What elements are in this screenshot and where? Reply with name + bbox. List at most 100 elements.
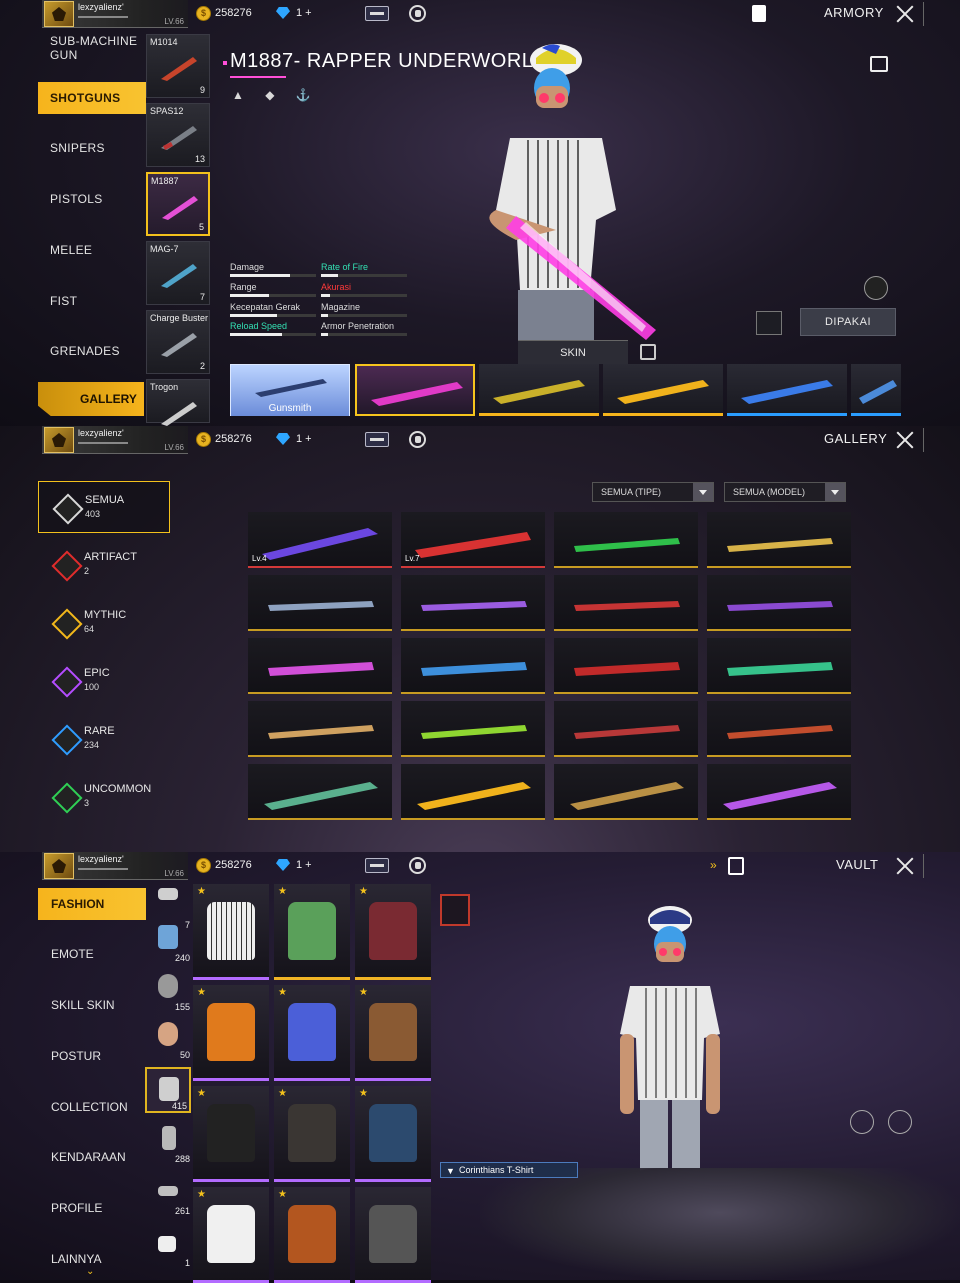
clothing-item[interactable]: ★ [274,1086,350,1182]
clothing-item[interactable]: ★ [274,1187,350,1283]
weapon-swap-icon[interactable] [864,276,888,300]
gallery-item[interactable]: Lv.7 [401,512,545,568]
skin-tile[interactable] [479,364,599,416]
slot-accessory[interactable]: 1 [146,1222,192,1268]
rarity-filter-rare[interactable]: RARE 234 [38,713,170,765]
rarity-filter-artifact[interactable]: ARTIFACT 2 [38,539,170,591]
category-melee[interactable]: MELEE [38,234,146,266]
pose-icon[interactable] [888,1110,912,1134]
bag-icon[interactable] [752,5,766,22]
slot-top[interactable]: 415 [145,1067,191,1113]
share-icon[interactable] [870,56,888,72]
store-icon[interactable] [409,857,426,874]
vault-category-profile[interactable]: PROFILE [38,1192,146,1224]
vault-category-postur[interactable]: POSTUR [38,1040,146,1072]
chevron-right-icon[interactable]: » [710,858,717,872]
vault-category-emote[interactable]: EMOTE [38,938,146,970]
elite-pass-icon[interactable] [365,432,389,447]
vault-category-skill-skin[interactable]: SKILL SKIN [38,989,146,1021]
clothing-item[interactable]: ★ [193,884,269,980]
clothing-item[interactable]: ★ [193,1086,269,1182]
category-snipers[interactable]: SNIPERS [38,132,146,164]
diamond-count[interactable]: 1 + [296,433,312,445]
gallery-item[interactable] [248,701,392,757]
gallery-item[interactable] [248,638,392,694]
rarity-filter-uncommon[interactable]: UNCOMMON 3 [38,771,170,823]
home-display-icon[interactable] [756,311,782,335]
gallery-item[interactable] [554,512,698,568]
rarity-filter-mythic[interactable]: MYTHIC 64 [38,597,170,649]
diamond-count[interactable]: 1 + [296,859,312,871]
equip-button[interactable]: DIPAKAI [800,308,896,336]
skin-tile[interactable] [727,364,847,416]
clothing-item[interactable]: ★ [193,985,269,1081]
store-icon[interactable] [409,5,426,22]
gallery-item[interactable] [554,701,698,757]
gallery-item[interactable] [707,575,851,631]
loadout-toggle-icon[interactable] [440,894,470,926]
profile-card[interactable]: lexzyalienz' LV.66 [42,426,188,454]
gallery-item[interactable] [707,638,851,694]
slot-face[interactable]: 50 [146,1014,192,1060]
model-filter-dropdown[interactable]: SEMUA (MODEL) [724,482,846,502]
category-pistols[interactable]: PISTOLS [38,183,146,215]
gallery-item[interactable] [707,512,851,568]
slot-mask[interactable]: 240 [146,917,192,963]
gallery-item[interactable] [401,701,545,757]
gallery-item[interactable] [401,575,545,631]
category-sub-machine-gun[interactable]: SUB-MACHINE GUN [38,32,146,64]
gallery-item[interactable] [707,701,851,757]
gallery-item[interactable] [401,638,545,694]
diamond-count[interactable]: 1 + [296,7,312,19]
slot-bottom[interactable]: 288 [146,1118,192,1164]
gallery-button[interactable]: GALLERY [38,382,144,416]
clothing-item[interactable]: ★ [355,985,431,1081]
profile-card[interactable]: lexzyalienz' LV.66 [42,0,188,28]
elite-pass-icon[interactable] [365,6,389,21]
gallery-item[interactable] [248,764,392,820]
gallery-item[interactable]: Lv.4 [248,512,392,568]
close-icon[interactable] [894,429,916,451]
weapon-slot-trogon[interactable]: Trogon [146,379,210,426]
gallery-item[interactable] [554,638,698,694]
category-grenades[interactable]: GRENADES [38,335,146,367]
category-shotguns[interactable]: SHOTGUNS [38,82,146,114]
weapon-slot-m1887[interactable]: M1887 5 [146,172,210,236]
skin-tile[interactable] [355,364,475,416]
gunsmith-tile[interactable]: Gunsmith [230,364,350,416]
elite-pass-icon[interactable] [365,858,389,873]
weapon-slot-m1014[interactable]: M1014 9 [146,34,210,98]
rarity-filter-all[interactable]: SEMUA 403 [38,481,170,533]
type-filter-dropdown[interactable]: SEMUA (TIPE) [592,482,714,502]
gallery-item[interactable] [401,764,545,820]
clothing-item[interactable]: ★ [355,884,431,980]
skin-tile[interactable] [851,364,901,416]
store-icon[interactable] [409,431,426,448]
clothing-item[interactable]: ★ [274,884,350,980]
gallery-item[interactable] [554,764,698,820]
weapon-slot-spas12[interactable]: SPAS12 13 [146,103,210,167]
clothing-item[interactable]: ★ [274,985,350,1081]
gallery-item[interactable] [707,764,851,820]
clothing-item[interactable]: ★ [193,1187,269,1283]
character-icon[interactable] [728,857,744,875]
slot-shoes[interactable]: 261 [146,1170,192,1216]
gallery-item[interactable] [248,575,392,631]
chevron-down-icon[interactable]: ⌄ [86,1266,94,1277]
tab-skin[interactable]: SKIN [518,340,628,364]
skin-tile[interactable] [603,364,723,416]
clothing-item[interactable]: ★ [355,1086,431,1182]
weapon-slot-charge-buster[interactable]: Charge Buster 2 [146,310,210,374]
weapon-slot-mag-7[interactable]: MAG-7 7 [146,241,210,305]
category-fist[interactable]: FIST [38,285,146,317]
vault-category-kendaraan[interactable]: KENDARAAN [38,1141,146,1173]
close-icon[interactable] [894,3,916,25]
slot-face-paint[interactable]: 155 [146,966,192,1012]
rarity-filter-epic[interactable]: EPIC 100 [38,655,170,707]
gallery-item[interactable] [554,575,698,631]
vault-category-collection[interactable]: COLLECTION [38,1091,146,1123]
vault-category-fashion[interactable]: FASHION [38,888,146,920]
rotate-icon[interactable] [850,1110,874,1134]
profile-card[interactable]: lexzyalienz' LV.66 [42,852,188,880]
skin-search-icon[interactable] [640,344,656,360]
